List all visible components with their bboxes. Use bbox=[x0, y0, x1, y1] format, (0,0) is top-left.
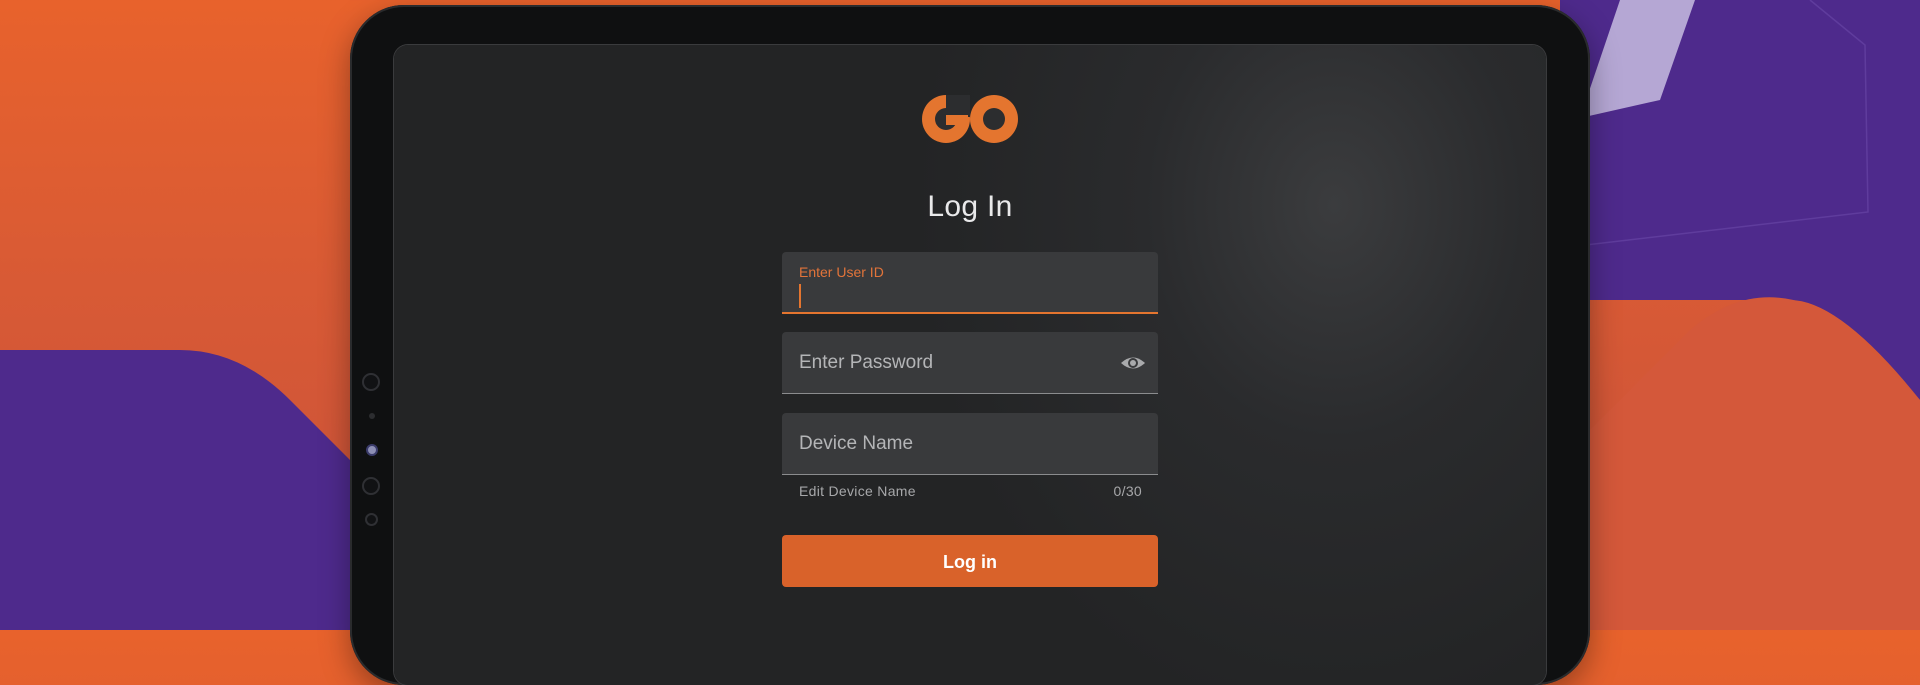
page-title: Log In bbox=[927, 190, 1013, 223]
text-cursor bbox=[799, 284, 801, 308]
go-logo: GO bbox=[922, 95, 1018, 143]
login-button[interactable]: Log in bbox=[782, 535, 1158, 587]
sensor-dot bbox=[369, 413, 375, 419]
device-name-field[interactable]: Device Name bbox=[782, 413, 1158, 475]
user-id-label: Enter User ID bbox=[799, 264, 884, 280]
character-counter: 0/30 bbox=[1113, 483, 1142, 499]
sensor-ring-1 bbox=[362, 373, 380, 391]
password-field[interactable]: Enter Password bbox=[782, 332, 1158, 394]
purple-blob-left bbox=[0, 350, 380, 630]
camera-icon bbox=[366, 444, 378, 456]
svg-text:GO: GO bbox=[970, 140, 972, 142]
eye-icon[interactable] bbox=[1120, 351, 1146, 375]
sensor-ring-3 bbox=[365, 513, 378, 526]
device-name-placeholder: Device Name bbox=[799, 433, 914, 454]
device-name-helper: Edit Device Name bbox=[799, 483, 916, 499]
tablet-screen: GO Log In Enter User ID Enter Password D… bbox=[394, 45, 1546, 685]
sensor-ring-2 bbox=[362, 477, 380, 495]
orange-bump-right bbox=[1560, 297, 1920, 630]
user-id-field[interactable]: Enter User ID bbox=[782, 252, 1158, 314]
password-placeholder: Enter Password bbox=[799, 352, 934, 373]
